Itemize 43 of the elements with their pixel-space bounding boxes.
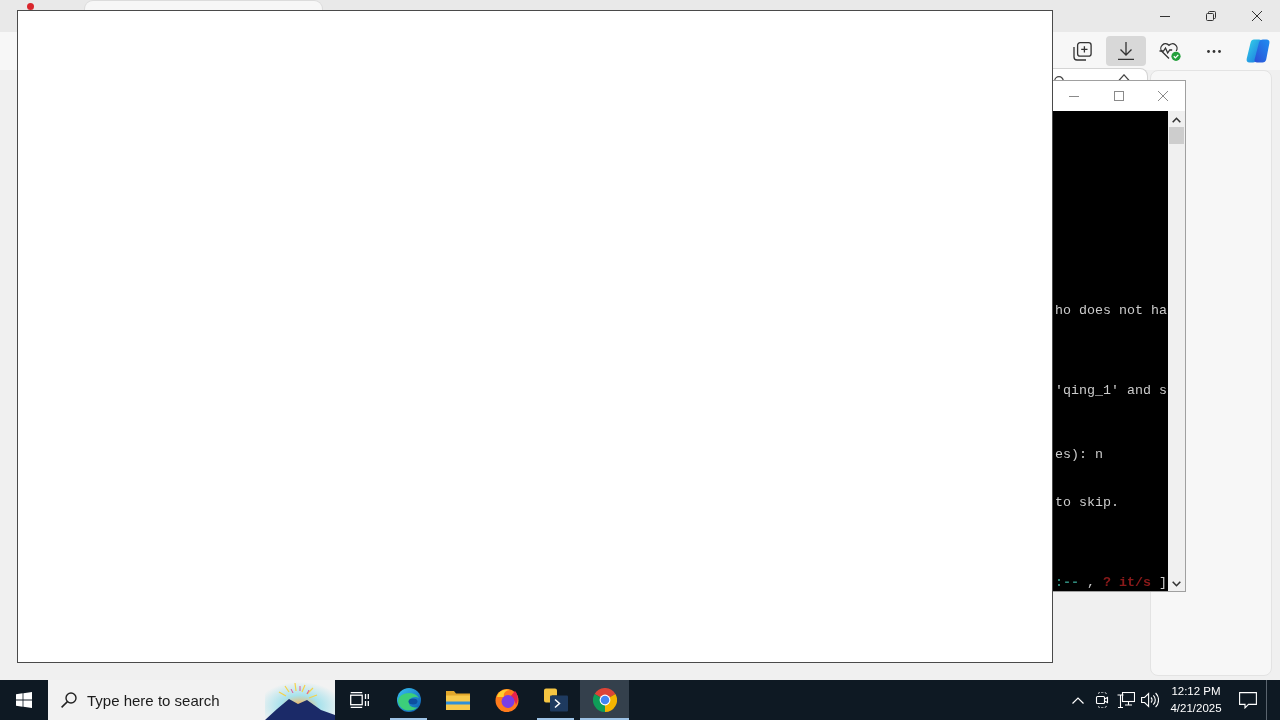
search-field[interactable]: Type here to search [48,680,335,720]
search-input[interactable]: Type here to search [77,688,265,712]
notification-dot-icon [27,3,34,10]
folder-icon [445,690,470,710]
downloads-button[interactable] [1106,36,1146,66]
camera-icon [1094,692,1110,708]
close-icon [1252,11,1262,21]
windows-logo-icon [16,692,32,708]
scroll-up-icon[interactable] [1172,117,1181,123]
close-icon [1157,91,1168,101]
minimize-icon [1160,15,1170,17]
terminal-icon [543,688,568,712]
speech-bubble-icon [1239,691,1257,709]
firefox-icon [494,688,519,712]
chrome-button[interactable] [580,680,629,720]
heart-pulse-icon [1159,41,1181,61]
scroll-down-icon[interactable] [1172,581,1181,587]
console-line: ho does not ha [1055,303,1167,319]
scrollbar[interactable] [1168,111,1185,591]
chevron-up-icon [1072,696,1084,704]
scroll-thumb[interactable] [1169,127,1184,144]
search-highlight-illustration [265,680,335,720]
collections-icon [1072,41,1092,61]
console-line: es): n [1055,447,1103,463]
task-view-icon [350,692,369,708]
clock-button[interactable]: 12:12 PM 4/21/2025 [1162,680,1230,720]
caret-icon [1118,74,1130,81]
maximize-icon [1113,91,1124,101]
clock-date: 4/21/2025 [1170,701,1222,716]
edge-icon [396,688,421,712]
download-icon [1118,42,1134,60]
console-line: 'qing_1' and s [1055,383,1167,399]
chrome-icon [592,688,617,712]
console-line: to skip. [1055,495,1119,511]
restore-icon [1206,11,1216,21]
more-icon [1207,49,1221,53]
search-icon [61,692,77,708]
minimize-icon [1069,95,1080,97]
console-line: :-- , ? it/s ] [1055,575,1167,591]
speaker-icon [1141,692,1159,708]
copilot-icon [1246,39,1270,63]
clock-time: 12:12 PM [1171,684,1221,699]
network-icon [1117,692,1135,708]
